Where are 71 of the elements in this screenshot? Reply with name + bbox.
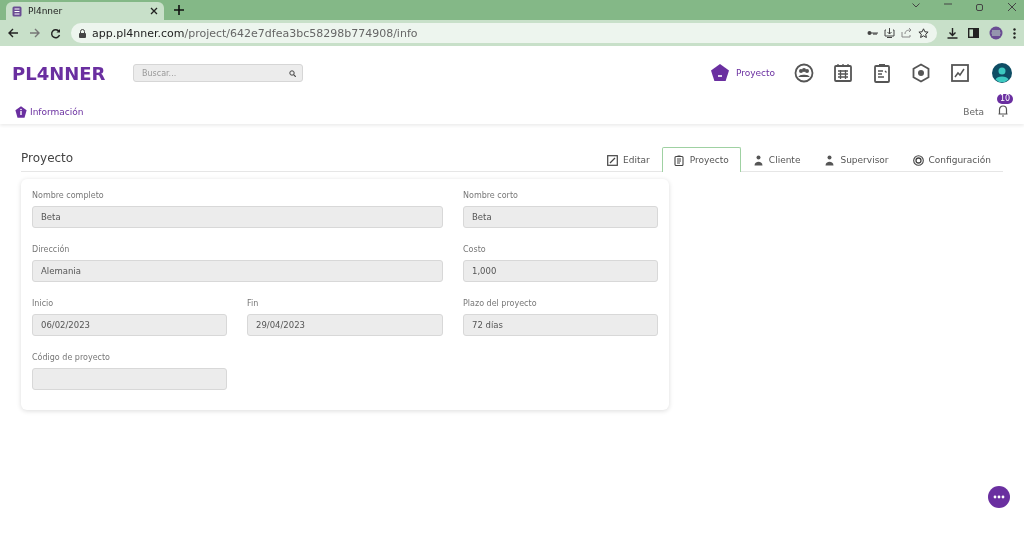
- edit-icon: [607, 154, 619, 166]
- input-field[interactable]: Alemania: [32, 260, 443, 282]
- search-icon: [289, 69, 296, 77]
- tab[interactable]: Supervisor: [812, 147, 901, 172]
- logo: PL4NNER: [12, 62, 107, 84]
- field-label: Fin: [247, 299, 260, 308]
- input-field[interactable]: [32, 368, 227, 390]
- clipboard-icon: [872, 63, 892, 83]
- nav-hexagon-button[interactable]: [911, 63, 931, 83]
- field-label: Nombre corto: [463, 191, 519, 200]
- nav-calendar-button[interactable]: [833, 63, 853, 83]
- info-pentagon-icon: [15, 106, 27, 118]
- nav-team-button[interactable]: [794, 63, 814, 83]
- key-icon[interactable]: [867, 30, 878, 36]
- section-title: Información: [30, 107, 84, 117]
- calendar-icon: [833, 63, 853, 83]
- back-icon[interactable]: [8, 28, 19, 38]
- team-icon: [794, 63, 814, 83]
- edit-button[interactable]: Editar: [595, 147, 662, 172]
- new-tab-icon[interactable]: [174, 5, 184, 15]
- tab-title: Pl4nner: [28, 6, 64, 16]
- lock-icon: [79, 28, 86, 38]
- avatar-icon[interactable]: [992, 63, 1012, 83]
- tab[interactable]: Proyecto: [661, 147, 741, 172]
- input-field[interactable]: 72 días: [463, 314, 658, 336]
- notification-badge: 10: [997, 94, 1014, 104]
- reload-icon[interactable]: [50, 27, 61, 39]
- nav-tab[interactable]: Proyecto: [709, 63, 775, 83]
- person-icon: [752, 154, 764, 166]
- bell-icon[interactable]: [998, 105, 1008, 117]
- field-label: Inicio: [32, 299, 55, 308]
- restore-icon[interactable]: [976, 3, 984, 11]
- more-button[interactable]: [988, 486, 1010, 508]
- url-text: app.pl4nner.com/project/642e7dfea3bc58298b774908/info: [92, 26, 418, 40]
- search-field[interactable]: Buscar...: [133, 64, 303, 82]
- nav-chart-button[interactable]: [950, 63, 970, 83]
- browser-tab[interactable]: Pl4nner: [6, 2, 164, 20]
- field-label: Código de proyecto: [32, 353, 111, 362]
- document-icon: [12, 5, 22, 17]
- nav-clipboard-button[interactable]: [872, 63, 892, 83]
- input-field[interactable]: Beta: [463, 206, 658, 228]
- chart-icon: [950, 63, 970, 83]
- more-icon: [993, 495, 1005, 499]
- kebab-icon[interactable]: [1013, 27, 1016, 39]
- address-bar[interactable]: app.pl4nner.com/project/642e7dfea3bc58298b774908/info: [71, 23, 937, 43]
- document-icon: [673, 154, 685, 166]
- share-icon[interactable]: [901, 28, 912, 38]
- field-label: Plazo del proyecto: [463, 299, 538, 308]
- field-label: Costo: [463, 245, 487, 254]
- tab[interactable]: Cliente: [740, 147, 813, 172]
- star-icon[interactable]: [918, 27, 929, 39]
- input-field[interactable]: 1,000: [463, 260, 658, 282]
- close-icon[interactable]: [150, 7, 158, 15]
- pentagon-icon: [709, 63, 730, 83]
- sidebar-icon[interactable]: [968, 28, 979, 38]
- download-icon[interactable]: [947, 27, 958, 39]
- forward-icon[interactable]: [29, 28, 40, 38]
- input-field[interactable]: Beta: [32, 206, 443, 228]
- input-field[interactable]: 29/04/2023: [247, 314, 443, 336]
- profile-icon[interactable]: [989, 26, 1003, 40]
- page-title: Proyecto: [21, 151, 74, 165]
- tab[interactable]: Configuración: [900, 147, 1003, 172]
- field-label: Dirección: [32, 245, 71, 254]
- project-name: Beta: [963, 107, 984, 117]
- input-field[interactable]: 06/02/2023: [32, 314, 227, 336]
- install-icon[interactable]: [884, 28, 895, 38]
- person-icon: [824, 154, 836, 166]
- hexagon-icon: [911, 63, 931, 83]
- field-label: Nombre completo: [32, 191, 105, 200]
- settings-icon: [912, 154, 924, 166]
- chevron-icon[interactable]: [912, 3, 920, 8]
